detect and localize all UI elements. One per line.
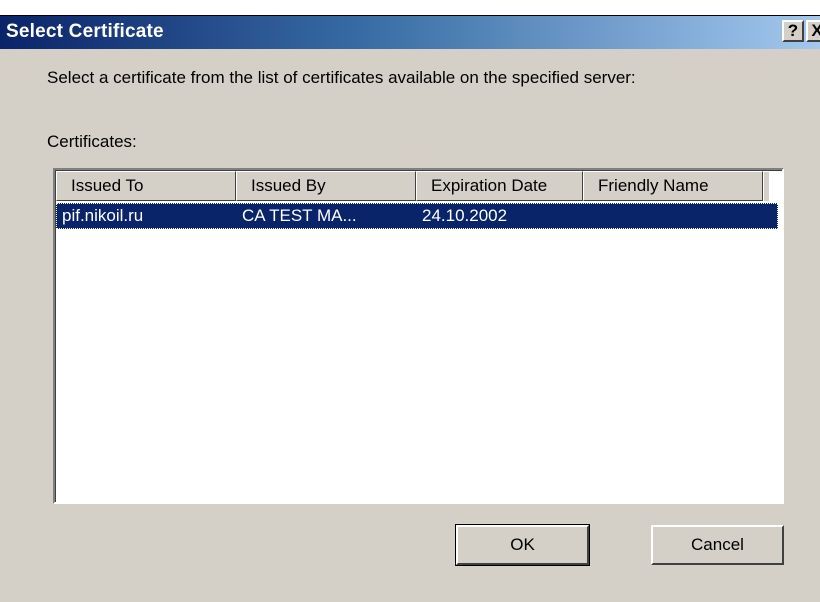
cell-expiration-date: 24.10.2002 (422, 206, 508, 225)
column-header-friendly-name[interactable]: Friendly Name (583, 171, 763, 201)
cell-issued-to: pif.nikoil.ru (62, 206, 144, 225)
certificates-list[interactable]: Issued To Issued By Expiration Date Frie… (53, 168, 784, 504)
screen: Select Certificate ? X Select a certific… (0, 0, 820, 602)
titlebar[interactable]: Select Certificate ? X (0, 16, 820, 49)
cancel-button[interactable]: Cancel (651, 525, 784, 565)
dialog-title: Select Certificate (6, 21, 164, 42)
close-button[interactable]: X (806, 20, 820, 42)
help-button[interactable]: ? (782, 20, 804, 42)
column-header-issued-to[interactable]: Issued To (56, 171, 236, 201)
certificates-label: Certificates: (47, 132, 137, 151)
background-fragment (0, 0, 820, 16)
column-header-filler (763, 171, 769, 201)
cell-friendly-name (583, 203, 763, 229)
column-header-expiration-date[interactable]: Expiration Date (416, 171, 583, 201)
ok-button[interactable]: OK (455, 524, 590, 566)
certificate-row[interactable]: pif.nikoil.ru CA TEST MA... 24.10.2002 (56, 203, 778, 229)
column-header-issued-by[interactable]: Issued By (236, 171, 416, 201)
cell-issued-by: CA TEST MA... (242, 206, 357, 225)
prompt-text: Select a certificate from the list of ce… (47, 68, 636, 87)
select-certificate-dialog: Select Certificate ? X Select a certific… (0, 16, 820, 602)
list-header: Issued To Issued By Expiration Date Frie… (56, 171, 769, 201)
